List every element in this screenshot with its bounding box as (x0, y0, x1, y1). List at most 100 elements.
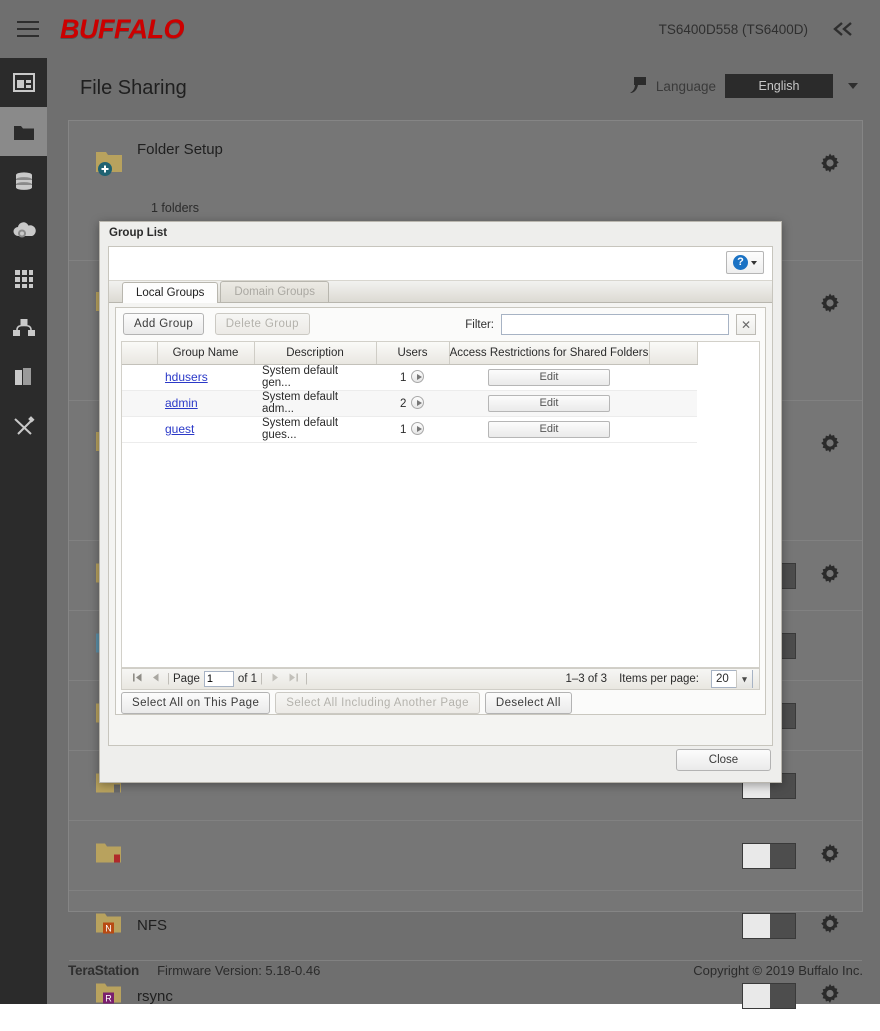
sidebar-item-dashboard[interactable] (0, 58, 47, 107)
group-name-cell[interactable]: hdusers (157, 364, 254, 391)
table-row[interactable]: admin System default adm... 2 Edit (122, 390, 697, 417)
sidebar-item-backup[interactable] (0, 352, 47, 401)
items-per-page-label: Items per page: (619, 673, 699, 685)
sidebar (0, 58, 47, 1004)
page-label: Page (173, 673, 200, 685)
group-toolbar: Add Group Delete Group Filter: ✕ (116, 308, 765, 341)
select-all-page-button[interactable]: Select All on This Page (121, 692, 271, 714)
pager-right: 1–3 of 3 Items per page: 20 ▾ (566, 670, 753, 688)
top-bar: BUFFALO TS6400D558 (TS6400D) (0, 0, 880, 58)
table-row[interactable]: guest System default gues... 1 Edit (122, 416, 697, 443)
group-name-cell[interactable]: admin (157, 390, 254, 417)
dashboard-icon (12, 72, 35, 92)
tools-icon (13, 415, 35, 435)
group-name-cell[interactable]: guest (157, 416, 254, 443)
page-input[interactable] (203, 671, 234, 687)
tab-strip: Local Groups Domain Groups (109, 281, 772, 303)
gear-icon[interactable] (818, 151, 842, 180)
product-logo: TeraStation (68, 962, 140, 978)
group-list-dialog: Group List ? Local Groups Domain Groups … (99, 221, 782, 783)
toggle-switch[interactable] (742, 842, 796, 869)
access-cell: Edit (449, 416, 649, 443)
page-header: File Sharing Language English (47, 58, 880, 120)
chevron-down-icon[interactable] (848, 83, 858, 89)
col-access-restrictions[interactable]: Access Restrictions for Shared Folders (449, 342, 650, 365)
close-button[interactable]: Close (676, 749, 771, 771)
row-checkbox-cell[interactable] (122, 364, 157, 391)
description-cell: System default gues... (254, 416, 376, 443)
next-page-icon[interactable] (266, 672, 284, 686)
expand-users-icon[interactable] (411, 396, 425, 409)
col-group-name[interactable]: Group Name (157, 342, 255, 365)
row-checkbox-cell[interactable] (122, 416, 157, 443)
deselect-all-button[interactable]: Deselect All (484, 692, 572, 714)
group-link[interactable]: hdusers (165, 370, 208, 384)
gear-icon[interactable] (818, 431, 842, 460)
close-icon[interactable]: ✕ (736, 314, 756, 335)
sidebar-item-storage[interactable] (0, 156, 47, 205)
gear-icon[interactable] (818, 561, 842, 590)
books-icon (14, 367, 31, 385)
sidebar-item-applications[interactable] (0, 254, 47, 303)
page-title: File Sharing (80, 77, 187, 99)
folder-icon (13, 125, 34, 140)
dialog-title: Group List (109, 227, 168, 239)
tab-local-groups[interactable]: Local Groups (122, 282, 219, 303)
language-icon (627, 75, 647, 97)
sidebar-item-cloud[interactable] (0, 205, 47, 254)
groups-grid: Group Name Description Users Access Rest… (121, 341, 760, 668)
dialog-body: ? Local Groups Domain Groups Add Group D… (108, 246, 773, 746)
filter-label: Filter: (465, 318, 494, 331)
sidebar-item-network[interactable] (0, 303, 47, 352)
chevron-down-icon (751, 260, 757, 265)
row-label: NFS (137, 917, 167, 934)
sidebar-item-management[interactable] (0, 401, 47, 450)
gear-icon[interactable] (818, 911, 842, 940)
language-selector[interactable]: Language English (627, 74, 858, 98)
pager-divider: | (305, 673, 309, 685)
access-cell: Edit (449, 364, 649, 391)
row-checkbox-cell[interactable] (122, 390, 157, 417)
group-link[interactable]: guest (165, 422, 194, 436)
edit-access-button[interactable]: Edit (488, 368, 610, 386)
brand-logo: BUFFALO (60, 13, 185, 44)
group-link[interactable]: admin (165, 396, 198, 410)
language-value[interactable]: English (725, 74, 833, 98)
sidebar-item-file-sharing[interactable] (0, 107, 47, 156)
hamburger-icon[interactable] (0, 0, 56, 58)
filter-group: Filter: ✕ (465, 314, 756, 335)
folder-add-icon (95, 149, 125, 182)
tab-domain-groups[interactable]: Domain Groups (220, 281, 329, 302)
col-description[interactable]: Description (254, 342, 377, 365)
spacer-cell (649, 364, 697, 391)
chevron-down-icon: ▾ (736, 670, 752, 688)
help-bar: ? (109, 247, 772, 281)
items-per-page-select[interactable]: 20 ▾ (711, 670, 753, 688)
network-icon (12, 318, 35, 336)
col-select[interactable] (122, 342, 158, 365)
spacer-cell (649, 390, 697, 417)
filter-input[interactable] (501, 314, 729, 335)
chevron-double-left-icon[interactable] (820, 0, 868, 58)
row-service-8[interactable] (69, 821, 862, 891)
table-row[interactable]: hdusers System default gen... 1 Edit (122, 364, 697, 391)
pager-divider: | (260, 673, 264, 685)
toggle-switch[interactable] (742, 912, 796, 939)
gear-icon[interactable] (818, 841, 842, 870)
last-page-icon[interactable] (284, 672, 302, 686)
col-users[interactable]: Users (376, 342, 450, 365)
help-button[interactable]: ? (726, 251, 764, 274)
add-group-button[interactable]: Add Group (123, 313, 205, 335)
row-label: Folder Setup (137, 141, 223, 158)
users-count: 1 (400, 372, 407, 384)
expand-users-icon[interactable] (411, 370, 425, 383)
edit-access-button[interactable]: Edit (488, 420, 610, 438)
description-cell: System default gen... (254, 364, 376, 391)
edit-access-button[interactable]: Edit (488, 394, 610, 412)
first-page-icon[interactable] (128, 672, 146, 686)
prev-page-icon[interactable] (146, 672, 164, 686)
users-count: 1 (400, 424, 407, 436)
gear-icon[interactable] (818, 291, 842, 320)
expand-users-icon[interactable] (411, 422, 425, 435)
table-header-row: Group Name Description Users Access Rest… (122, 342, 698, 365)
